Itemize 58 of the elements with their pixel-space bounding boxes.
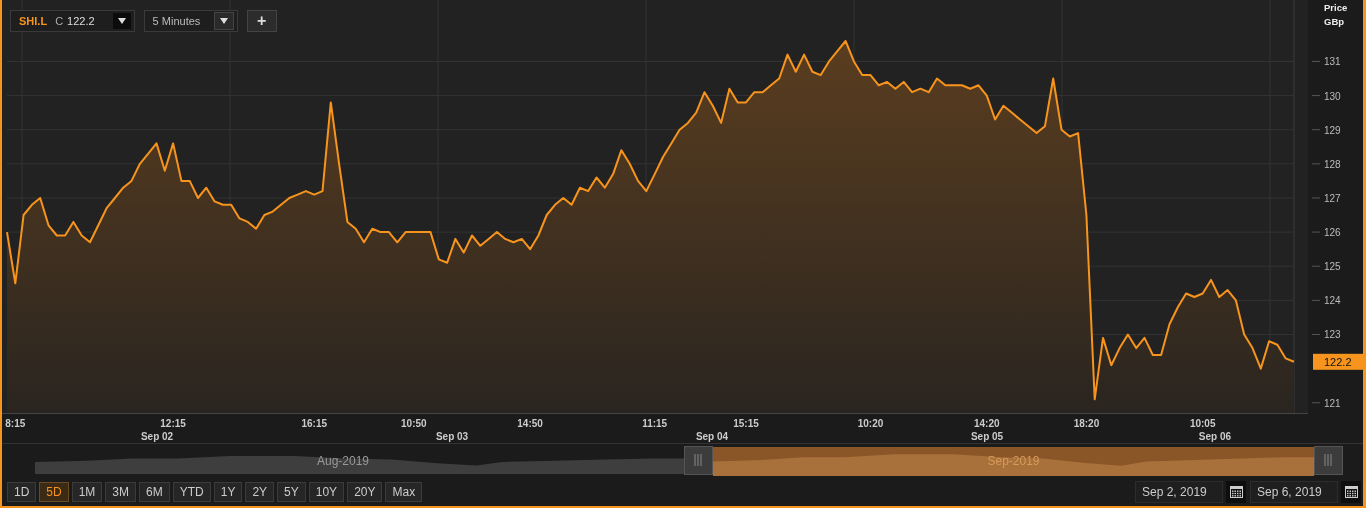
axis-tick-label: 12:15	[160, 418, 186, 429]
axis-tick-label: 11:15	[642, 418, 668, 429]
axis-tick-label: 14:50	[517, 418, 543, 429]
range-handle[interactable]	[1314, 446, 1343, 476]
period-label: Sep-2019	[987, 454, 1040, 468]
date-field[interactable]: Sep 6, 2019	[1250, 480, 1338, 503]
price-text: 122.2	[67, 15, 95, 27]
axis-tick-label: 10:20	[857, 418, 884, 429]
axis-tick-label: 128	[1324, 158, 1341, 170]
axis-tick-label: 125	[1324, 261, 1341, 273]
axis-tick-label: 126	[1324, 227, 1341, 239]
axis-tick-label: 18:20	[1073, 418, 1100, 429]
axis-title: Price	[1324, 2, 1348, 13]
range-button[interactable]: 3M	[105, 481, 137, 502]
date-label: Sep 04	[695, 431, 729, 442]
range-button[interactable]: 1M	[71, 481, 103, 502]
axis-tick-label: 130	[1324, 90, 1341, 102]
axis-tick-label: 124	[1324, 295, 1341, 307]
period-label: Aug-2019	[317, 454, 369, 468]
axis-tick-label: 121	[1324, 397, 1341, 409]
date-label: Sep 05	[970, 431, 1004, 442]
axis-tick-label: 129	[1324, 124, 1341, 136]
calendar-icon[interactable]	[1226, 480, 1246, 503]
interval-text: 5 Minutes	[152, 15, 201, 27]
range-button[interactable]: 5Y	[277, 481, 306, 502]
date-label: Sep 06	[1198, 431, 1232, 442]
symbol-dropdown[interactable]: SHI.L C 122.2	[10, 10, 135, 32]
axis-tick-label: 10:05	[1189, 418, 1216, 429]
axis-tick-label: 10:50	[401, 418, 427, 429]
range-button[interactable]: 5D	[39, 481, 69, 502]
range-button[interactable]: 1D	[7, 481, 37, 502]
date-label: Sep 02	[140, 431, 174, 442]
axis-tick-label: 127	[1324, 192, 1341, 204]
price-type-text: C	[55, 15, 64, 27]
caret-icon[interactable]	[112, 13, 131, 29]
caret-icon[interactable]	[213, 12, 234, 30]
axis-tick-label: 123	[1324, 329, 1341, 341]
range-button[interactable]: 6M	[139, 481, 170, 502]
range-button[interactable]: 1Y	[213, 481, 243, 502]
range-button[interactable]: 20Y	[347, 481, 383, 502]
range-button[interactable]: Max	[385, 481, 423, 502]
price-label: 122.2	[1313, 353, 1363, 370]
axis-unit: GBp	[1324, 16, 1345, 27]
interval-dropdown[interactable]: 5 Minutes	[143, 10, 238, 32]
add-button[interactable]: +	[246, 10, 277, 32]
calendar-icon[interactable]	[1341, 480, 1361, 503]
axis-tick-label: 14:20	[974, 418, 1000, 429]
date-label: Sep 03	[435, 431, 469, 442]
axis-tick-label: 16:15	[301, 418, 327, 429]
range-button[interactable]: YTD	[172, 481, 211, 502]
axis-tick-label: 8:15	[5, 418, 26, 429]
range-button[interactable]: 2Y	[245, 481, 275, 502]
axis-tick-label: 131	[1324, 56, 1341, 68]
axis-tick-label: 15:15	[733, 418, 759, 429]
date-field[interactable]: Sep 2, 2019	[1135, 480, 1223, 503]
range-button[interactable]: 10Y	[308, 481, 345, 502]
range-handle[interactable]	[684, 446, 713, 476]
symbol-text: SHI.L	[19, 15, 48, 27]
